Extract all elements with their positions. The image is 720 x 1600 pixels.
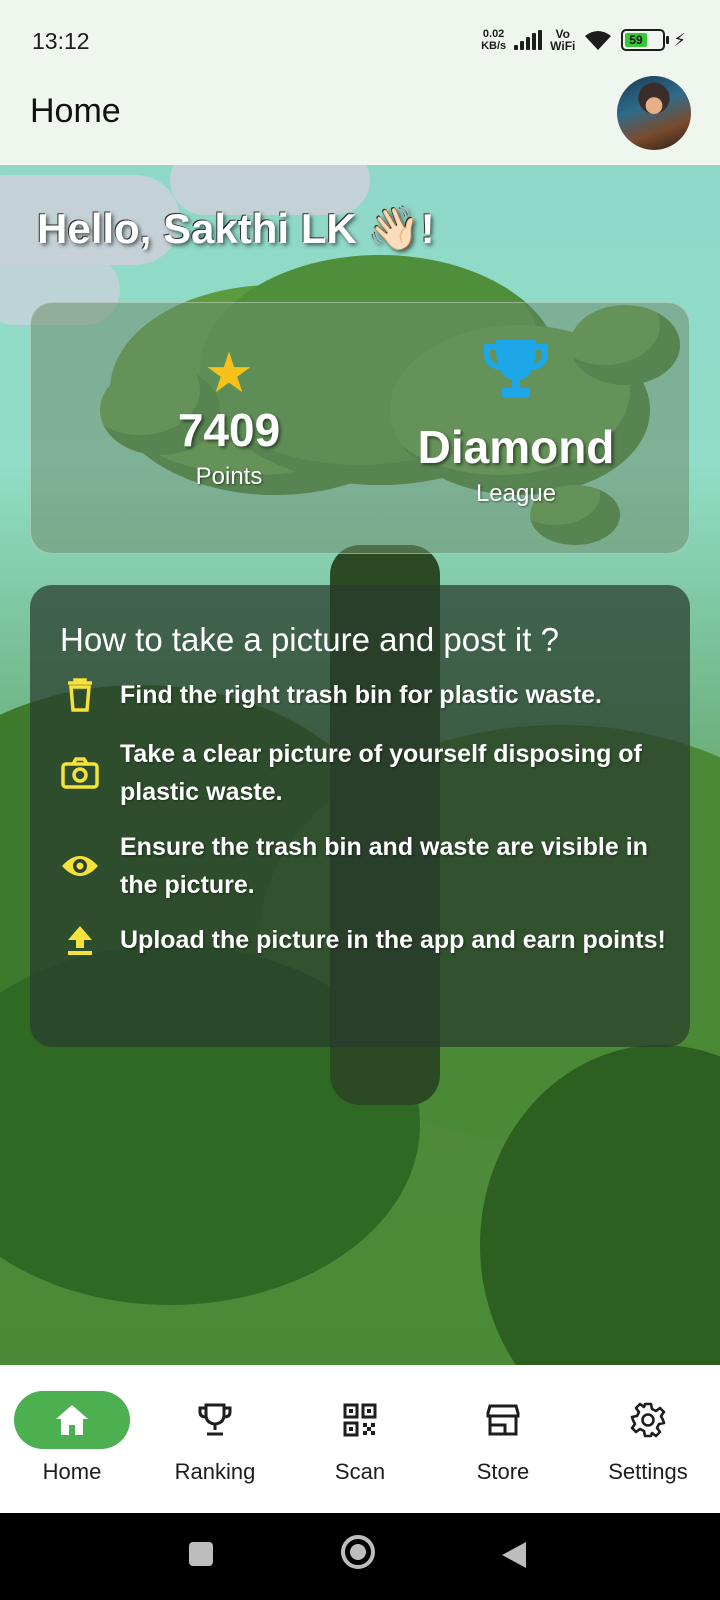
- nav-item-settings[interactable]: Settings: [583, 1391, 713, 1485]
- greeting-text: Hello, Sakthi LK 👋🏻!: [37, 205, 435, 252]
- step-item: Upload the picture in the app and earn p…: [60, 920, 680, 960]
- recents-icon[interactable]: [187, 1540, 215, 1568]
- vowifi-indicator: Vo WiFi: [550, 27, 576, 53]
- points-stat: ★ 7409 Points: [149, 343, 309, 491]
- net-speed: 0.02 KB/s: [481, 28, 507, 52]
- nav-label: Home: [42, 1459, 102, 1484]
- bottom-navigation: Home Ranking Scan Store Settings: [0, 1365, 720, 1513]
- top-bar: 13:12 0.02 KB/s Vo WiFi 59 ⚡ Home: [0, 0, 720, 165]
- nav-item-home[interactable]: Home: [7, 1391, 137, 1485]
- step-item: Ensure the trash bin and waste are visib…: [60, 828, 680, 904]
- star-icon: ★: [203, 341, 255, 404]
- back-icon[interactable]: [500, 1540, 528, 1570]
- nav-item-store[interactable]: Store: [438, 1391, 568, 1485]
- step-text: Find the right trash bin for plastic was…: [120, 681, 602, 709]
- league-value: Diamond: [417, 421, 615, 473]
- league-stat: Diamond League: [401, 338, 631, 508]
- page-title: Home: [30, 92, 121, 130]
- nav-label: Scan: [334, 1459, 386, 1484]
- battery-icon: 59: [621, 29, 670, 51]
- eye-icon: [60, 846, 100, 886]
- gear-icon: [630, 1402, 666, 1438]
- charging-icon: ⚡: [673, 29, 686, 50]
- avatar[interactable]: [617, 76, 691, 150]
- nav-label: Settings: [608, 1459, 688, 1484]
- upload-icon: [60, 920, 100, 960]
- store-icon: [486, 1404, 520, 1436]
- step-item: Take a clear picture of yourself disposi…: [60, 735, 680, 811]
- trophy-icon: [484, 340, 548, 398]
- home-icon: [56, 1405, 88, 1435]
- stats-card: ★ 7409 Points Diamond League: [30, 302, 690, 554]
- system-navigation: [0, 1513, 720, 1600]
- status-bar: 13:12 0.02 KB/s Vo WiFi 59 ⚡: [0, 0, 720, 80]
- instructions-card: How to take a picture and post it ? Find…: [30, 585, 690, 1047]
- step-text: Ensure the trash bin and waste are visib…: [120, 833, 648, 899]
- signal-icon: [514, 30, 543, 50]
- nav-item-scan[interactable]: Scan: [295, 1391, 425, 1485]
- nav-label: Ranking: [174, 1459, 256, 1484]
- step-text: Upload the picture in the app and earn p…: [120, 926, 666, 954]
- instructions-title: How to take a picture and post it ?: [60, 621, 559, 658]
- step-text: Take a clear picture of yourself disposi…: [120, 740, 642, 806]
- trophy-outline-icon: [198, 1403, 232, 1436]
- points-value: 7409: [177, 404, 281, 456]
- camera-icon: [60, 753, 100, 793]
- status-icons: 0.02 KB/s Vo WiFi 59 ⚡: [481, 22, 686, 58]
- nav-item-ranking[interactable]: Ranking: [150, 1391, 280, 1485]
- battery-level: 59: [625, 33, 647, 47]
- points-label: Points: [195, 463, 263, 490]
- qr-code-icon: [343, 1403, 377, 1437]
- trash-icon: [60, 675, 100, 715]
- league-label: League: [475, 480, 557, 507]
- wifi-icon: [585, 31, 612, 50]
- status-time: 13:12: [32, 28, 90, 54]
- home-circle-icon[interactable]: [339, 1533, 377, 1571]
- nav-label: Store: [476, 1459, 530, 1484]
- step-item: Find the right trash bin for plastic was…: [60, 675, 680, 715]
